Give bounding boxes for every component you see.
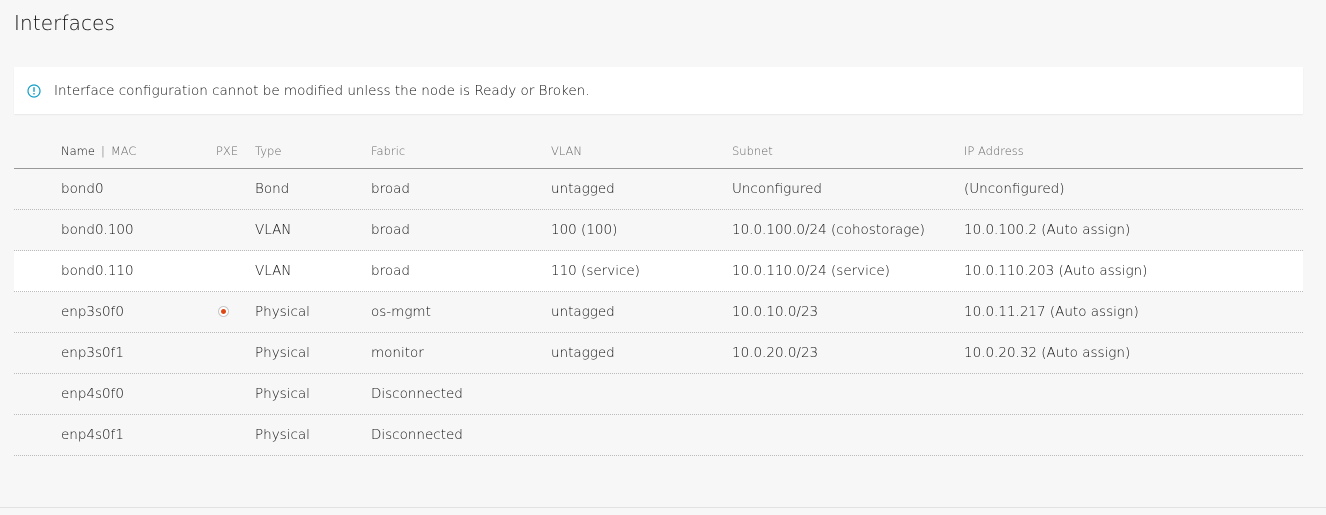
interface-name: enp4s0f1 — [61, 427, 124, 443]
interface-fabric: broad — [371, 222, 410, 238]
interface-name: bond0.100 — [61, 222, 134, 238]
interface-name: bond0 — [61, 181, 104, 197]
interface-ip-address: 10.0.100.2 (Auto assign) — [964, 222, 1131, 238]
interface-vlan: untagged — [551, 181, 615, 197]
interface-fabric: monitor — [371, 345, 424, 361]
interface-type: Physical — [255, 386, 310, 402]
interface-type: Bond — [255, 181, 290, 197]
table-row[interactable]: enp4s0f1 Physical Disconnected — [14, 415, 1303, 456]
interface-subnet: 10.0.100.0/24 (cohostorage) — [732, 222, 925, 238]
interface-fabric: Disconnected — [371, 386, 463, 402]
interface-subnet: 10.0.10.0/23 — [732, 304, 819, 320]
notification-text: Interface configuration cannot be modifi… — [54, 82, 590, 99]
interface-type: Physical — [255, 427, 310, 443]
interface-ip-address: 10.0.20.32 (Auto assign) — [964, 345, 1131, 361]
table-header: Name | MAC PXE Type Fabric VLAN Subnet IP … — [14, 131, 1303, 169]
table-row[interactable]: bond0.110 VLAN broad 110 (service) 10.0.… — [14, 251, 1303, 292]
interface-fabric: broad — [371, 263, 410, 279]
column-header-subnet: Subnet — [732, 144, 773, 158]
section-divider — [0, 507, 1326, 508]
interfaces-table: Name | MAC PXE Type Fabric VLAN Subnet IP … — [14, 131, 1303, 456]
column-header-vlan: VLAN — [551, 144, 583, 158]
interface-name: enp4s0f0 — [61, 386, 124, 402]
interface-vlan: untagged — [551, 304, 615, 320]
header-separator: | — [100, 144, 105, 158]
column-header-fabric: Fabric — [371, 144, 406, 158]
interface-name: bond0.110 — [61, 263, 134, 279]
interface-type: VLAN — [255, 263, 292, 279]
page-title: Interfaces — [14, 11, 115, 35]
interface-vlan: 110 (service) — [551, 263, 640, 279]
interface-fabric: Disconnected — [371, 427, 463, 443]
table-row[interactable]: enp4s0f0 Physical Disconnected — [14, 374, 1303, 415]
notification-banner: Interface configuration cannot be modifi… — [14, 67, 1303, 114]
table-row[interactable]: enp3s0f1 Physical monitor untagged 10.0.… — [14, 333, 1303, 374]
column-header-name-mac: Name | MAC — [61, 144, 136, 158]
interface-subnet: 10.0.110.0/24 (service) — [732, 263, 890, 279]
info-icon — [27, 83, 41, 98]
interface-subnet: 10.0.20.0/23 — [732, 345, 819, 361]
pxe-radio-icon — [218, 306, 229, 317]
column-header-type: Type — [255, 144, 282, 158]
interface-ip-address: 10.0.110.203 (Auto assign) — [964, 263, 1148, 279]
interface-type: Physical — [255, 304, 310, 320]
interface-vlan: 100 (100) — [551, 222, 618, 238]
column-header-mac[interactable]: MAC — [111, 144, 137, 158]
column-header-pxe: PXE — [216, 144, 239, 158]
interface-vlan: untagged — [551, 345, 615, 361]
interface-fabric: broad — [371, 181, 410, 197]
table-row[interactable]: bond0 Bond broad untagged Unconfigured (… — [14, 169, 1303, 210]
column-header-name[interactable]: Name — [61, 144, 95, 158]
interface-type: VLAN — [255, 222, 292, 238]
interface-ip-address: 10.0.11.217 (Auto assign) — [964, 304, 1139, 320]
interface-name: enp3s0f1 — [61, 345, 124, 361]
interface-subnet: Unconfigured — [732, 181, 822, 197]
column-header-ip-address: IP Address — [964, 144, 1024, 158]
interface-fabric: os-mgmt — [371, 304, 431, 320]
table-row[interactable]: enp3s0f0 Physical os-mgmt untagged 10.0.… — [14, 292, 1303, 333]
interface-name: enp3s0f0 — [61, 304, 124, 320]
table-row[interactable]: bond0.100 VLAN broad 100 (100) 10.0.100.… — [14, 210, 1303, 251]
interface-ip-address: (Unconfigured) — [964, 181, 1065, 197]
interface-type: Physical — [255, 345, 310, 361]
